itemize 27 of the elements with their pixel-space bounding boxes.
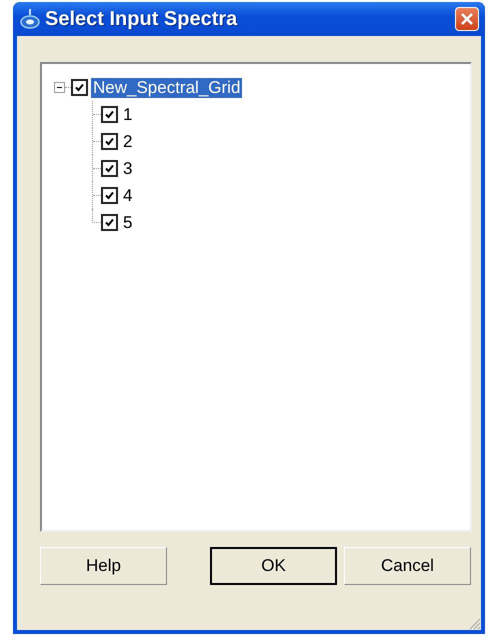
check-icon <box>104 190 115 201</box>
checkbox[interactable] <box>101 160 118 177</box>
check-icon <box>104 136 115 147</box>
resize-grip-icon <box>467 616 481 630</box>
check-icon <box>104 109 115 120</box>
dialog-button[interactable]: OK <box>210 547 337 585</box>
tree-item[interactable]: New_Spectral_Grid <box>91 78 242 98</box>
checkbox[interactable] <box>101 214 118 231</box>
checkbox[interactable] <box>101 106 118 123</box>
check-icon <box>104 217 115 228</box>
tree-item[interactable]: 3 <box>121 158 134 178</box>
tree-item[interactable]: 2 <box>121 132 134 152</box>
tree-item[interactable]: 5 <box>121 212 134 232</box>
close-icon <box>460 12 474 26</box>
checkbox[interactable] <box>101 187 118 204</box>
checkbox[interactable] <box>71 79 88 96</box>
checkbox[interactable] <box>101 133 118 150</box>
tree-item[interactable]: 1 <box>121 104 134 124</box>
check-icon <box>74 82 85 93</box>
collapse-icon[interactable] <box>54 82 65 93</box>
close-button[interactable] <box>455 7 479 31</box>
check-icon <box>104 163 115 174</box>
dialog-button[interactable]: Help <box>40 547 167 585</box>
tree-item[interactable]: 4 <box>121 186 134 206</box>
dialog-button[interactable]: Cancel <box>344 547 471 585</box>
app-icon <box>19 8 41 30</box>
window-title: Select Input Spectra <box>45 8 238 30</box>
